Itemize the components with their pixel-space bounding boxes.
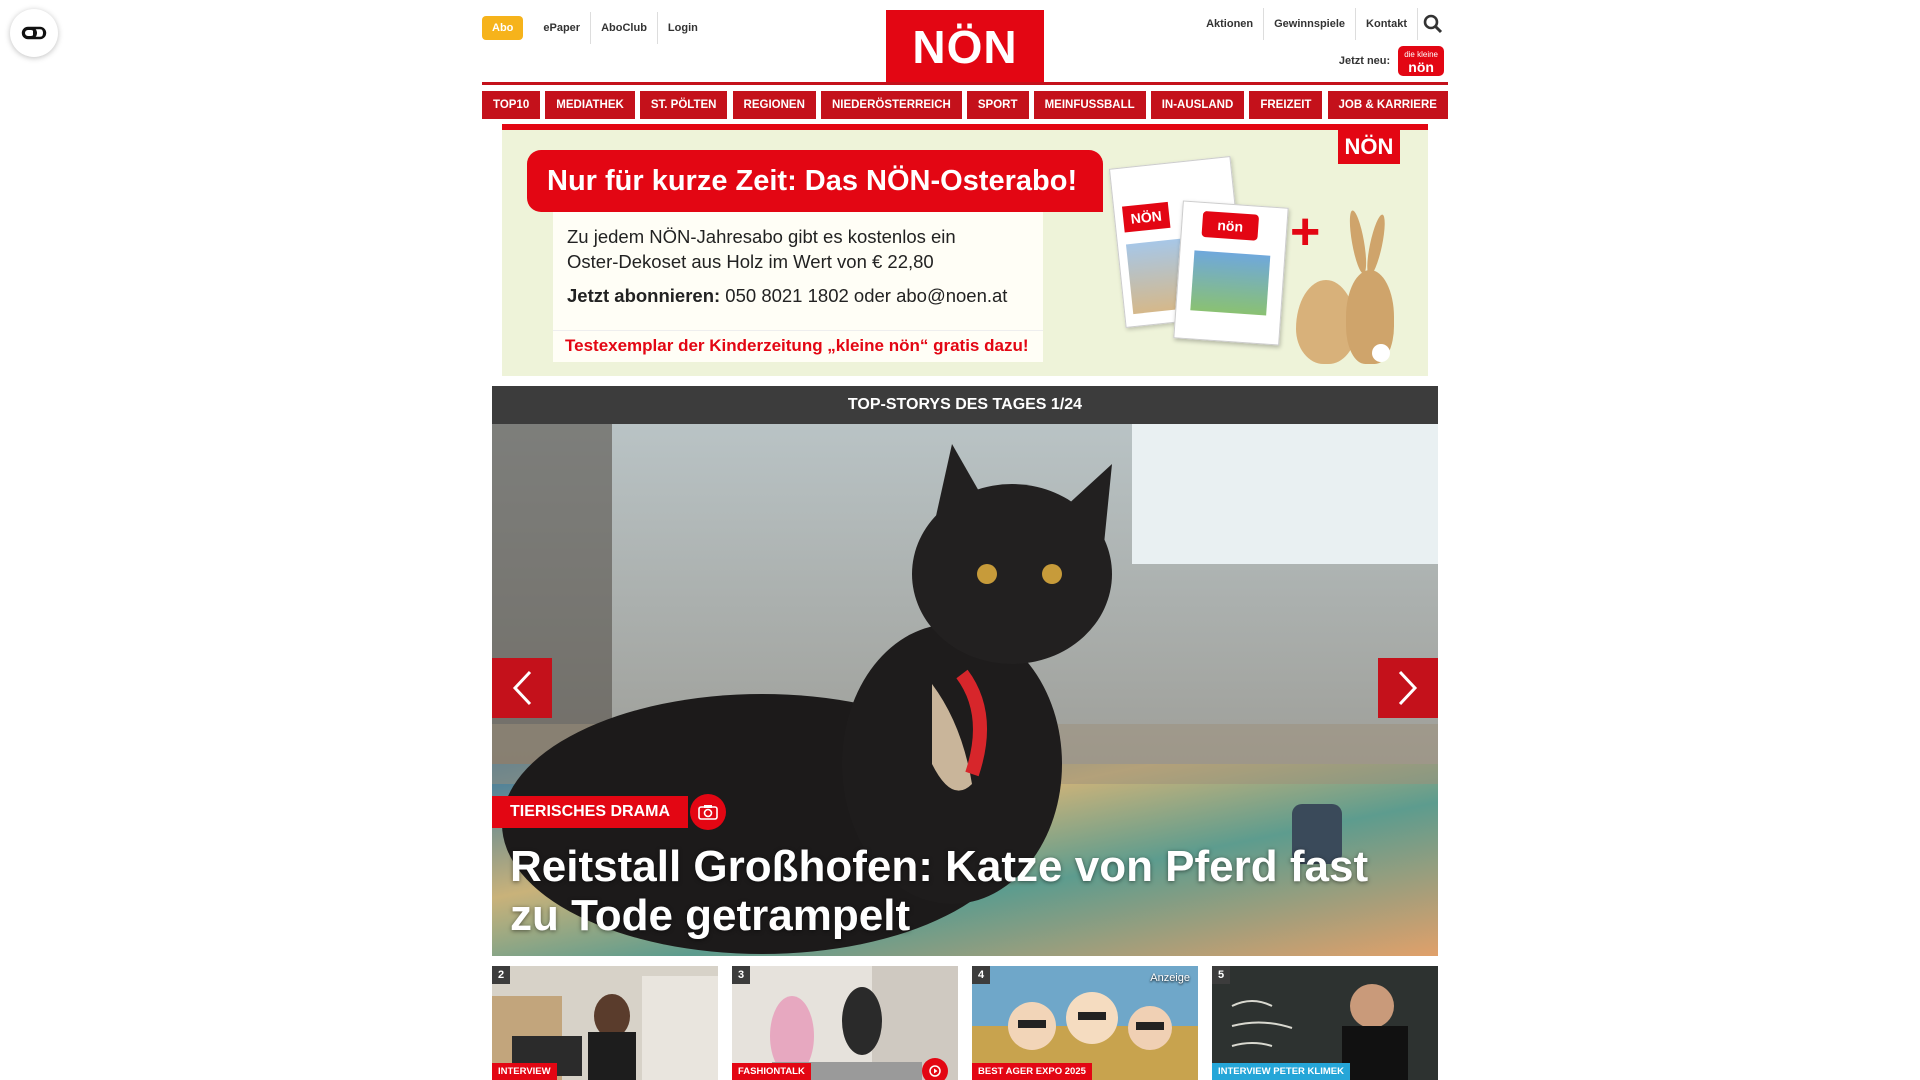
nav-meinfussball[interactable]: MEINFUSSBALL xyxy=(1033,91,1146,119)
chevron-left-icon xyxy=(512,670,532,706)
aktionen-link[interactable]: Aktionen xyxy=(1196,8,1265,40)
page-container: Abo ePaper AboClub Login NÖN Aktionen Ge… xyxy=(482,0,1448,1080)
nav-sport[interactable]: SPORT xyxy=(966,91,1029,119)
story-thumbnails: 2 INTERVIEW 3 FASHIONTALK 4 Anzeige BEST… xyxy=(492,966,1438,1080)
story-thumb-5[interactable]: 5 INTERVIEW PETER KLIMEK xyxy=(1212,966,1438,1080)
top-story-image[interactable]: TIERISCHES DRAMA Reitstall Großhofen: Ka… xyxy=(492,424,1438,956)
nav-in-ausland[interactable]: IN-AUSLAND xyxy=(1150,91,1245,119)
nav-st-poelten[interactable]: ST. PÖLTEN xyxy=(639,91,728,119)
site-logo[interactable]: NÖN xyxy=(886,10,1044,84)
thumb-number: 5 xyxy=(1212,966,1230,984)
story-thumb-4[interactable]: 4 Anzeige BEST AGER EXPO 2025 xyxy=(972,966,1198,1080)
aboclub-link[interactable]: AboClub xyxy=(591,12,658,44)
header-divider xyxy=(482,82,1448,85)
nav-freizeit[interactable]: FREIZEIT xyxy=(1249,91,1323,119)
thumb-tag: INTERVIEW PETER KLIMEK xyxy=(1212,1063,1350,1080)
thumb-number: 4 xyxy=(972,966,990,984)
ad-test-offer: Testexemplar der Kinderzeitung „kleine n… xyxy=(553,330,1043,360)
nav-regionen[interactable]: REGIONEN xyxy=(732,91,816,119)
header-left-links: Abo ePaper AboClub Login xyxy=(482,12,708,44)
jetzt-neu: Jetzt neu: die kleine nön xyxy=(1339,46,1444,76)
login-link[interactable]: Login xyxy=(658,12,708,44)
ad-kids-magazine-image: nön xyxy=(1173,200,1289,346)
plus-icon: + xyxy=(1290,203,1321,261)
gewinnspiele-link[interactable]: Gewinnspiele xyxy=(1264,8,1357,40)
search-button[interactable] xyxy=(1418,14,1448,34)
header-right-links: Aktionen Gewinnspiele Kontakt xyxy=(1196,8,1448,40)
thumb-number: 2 xyxy=(492,966,510,984)
main-nav: TOP10 MEDIATHEK ST. PÖLTEN REGIONEN NIED… xyxy=(482,91,1448,119)
story-headline[interactable]: Reitstall Großhofen: Katze von Pferd fas… xyxy=(510,842,1410,940)
thumb-number: 3 xyxy=(732,966,750,984)
thumb-tag: FASHIONTALK xyxy=(732,1063,811,1080)
search-icon xyxy=(1423,14,1443,34)
kontakt-link[interactable]: Kontakt xyxy=(1356,8,1418,40)
ad-headline: Nur für kurze Zeit: Das NÖN-Osterabo! xyxy=(527,150,1103,212)
epaper-link[interactable]: ePaper xyxy=(533,12,592,44)
nav-mediathek[interactable]: MEDIATHEK xyxy=(545,91,635,119)
chevron-right-icon xyxy=(1398,670,1418,706)
kleine-noen-logo[interactable]: die kleine nön xyxy=(1398,46,1444,76)
slider-next-button[interactable] xyxy=(1378,658,1438,718)
top-stories-header: TOP-STORYS DES TAGES 1/24 xyxy=(492,386,1438,424)
story-category-tag[interactable]: TIERISCHES DRAMA xyxy=(492,796,689,828)
nav-job-karriere[interactable]: JOB & KARRIERE xyxy=(1327,91,1448,119)
thumb-tag: INTERVIEW xyxy=(492,1063,557,1080)
ad-noen-logo: NÖN xyxy=(1338,130,1400,164)
nav-niederoesterreich[interactable]: NIEDERÖSTERREICH xyxy=(820,91,962,119)
accessibility-icon xyxy=(21,26,47,40)
video-play-icon xyxy=(922,1058,948,1080)
ad-label: Anzeige xyxy=(1150,972,1190,984)
thumb-tag: BEST AGER EXPO 2025 xyxy=(972,1063,1092,1080)
story-thumb-3[interactable]: 3 FASHIONTALK xyxy=(732,966,958,1080)
osterabo-ad-banner[interactable]: Nur für kurze Zeit: Das NÖN-Osterabo! Zu… xyxy=(502,124,1428,376)
nav-top10[interactable]: TOP10 xyxy=(482,91,541,119)
top-stories-slider: TOP-STORYS DES TAGES 1/24 TIERISCHES DRA… xyxy=(492,386,1438,956)
abo-button[interactable]: Abo xyxy=(482,16,524,40)
slider-prev-button[interactable] xyxy=(492,658,552,718)
story-thumb-2[interactable]: 2 INTERVIEW xyxy=(492,966,718,1080)
camera-icon xyxy=(690,794,726,830)
wooden-bunny-image xyxy=(1340,209,1398,366)
accessibility-button[interactable] xyxy=(10,9,58,57)
jetzt-neu-label: Jetzt neu: xyxy=(1338,55,1391,67)
